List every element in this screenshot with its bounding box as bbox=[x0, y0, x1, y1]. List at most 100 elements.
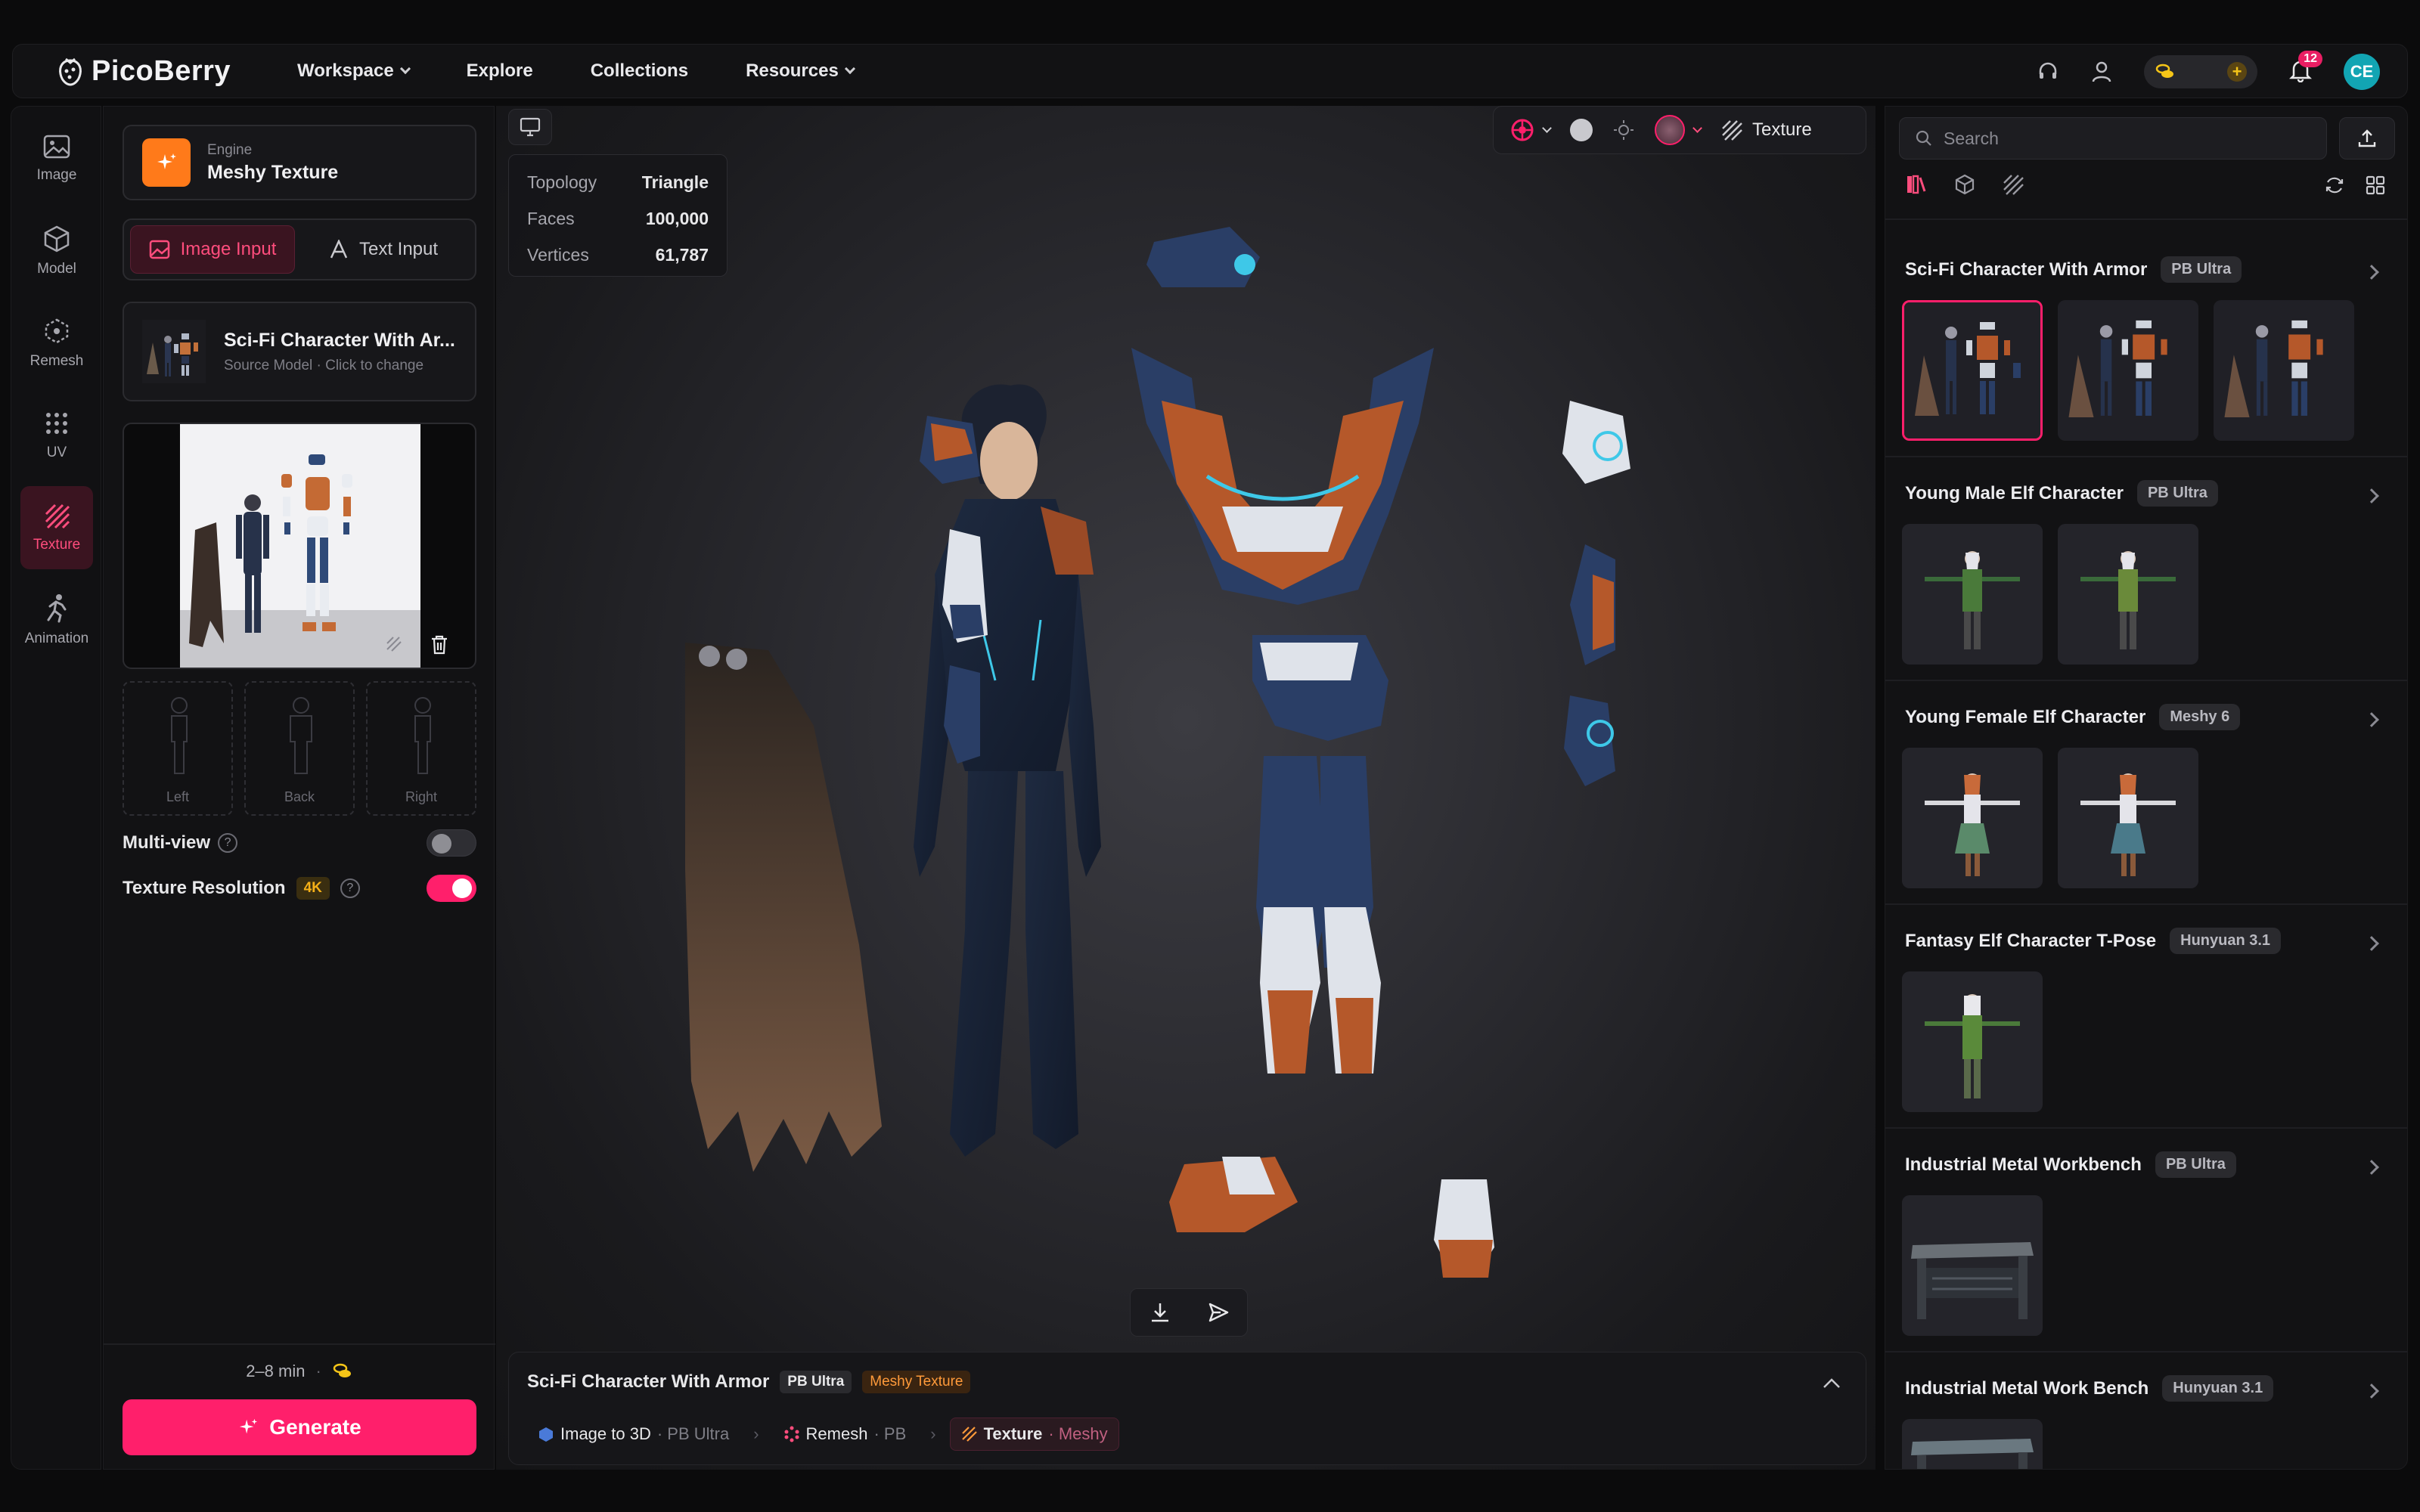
group-title: Industrial Metal Work Bench bbox=[1905, 1377, 2149, 1399]
asset-thumbnail[interactable] bbox=[1902, 748, 2043, 888]
monitor-icon bbox=[520, 117, 541, 137]
solid-shading-icon[interactable] bbox=[1570, 119, 1593, 141]
nav-explore[interactable]: Explore bbox=[467, 60, 533, 82]
time-estimate: 2–8 min bbox=[246, 1362, 306, 1380]
light-icon[interactable] bbox=[1612, 119, 1635, 141]
generate-button[interactable]: Generate bbox=[123, 1399, 476, 1455]
texture-resolution-toggle[interactable] bbox=[427, 875, 476, 902]
headset-icon[interactable] bbox=[2037, 60, 2059, 83]
rail-item-animation[interactable]: Animation bbox=[20, 578, 93, 662]
image-icon bbox=[43, 135, 70, 159]
divider bbox=[1885, 1351, 2407, 1352]
view-slot-left[interactable]: Left bbox=[123, 681, 233, 816]
grid-view-icon[interactable] bbox=[2365, 175, 2386, 196]
asset-thumbnail[interactable] bbox=[1902, 300, 2043, 441]
nav-workspace[interactable]: Workspace bbox=[297, 60, 411, 82]
asset-thumbnail[interactable] bbox=[1902, 1195, 2043, 1336]
upload-button[interactable] bbox=[2339, 117, 2395, 160]
texture-icon[interactable] bbox=[2002, 173, 2024, 196]
user-icon[interactable] bbox=[2091, 60, 2112, 83]
group-header[interactable]: Industrial Metal Work Bench Hunyuan 3.1 bbox=[1905, 1375, 2274, 1402]
trash-icon[interactable] bbox=[430, 634, 449, 655]
chevron-right-icon[interactable] bbox=[2364, 265, 2379, 280]
texture-library-icon[interactable] bbox=[1905, 173, 1928, 196]
chevron-right-icon[interactable] bbox=[2364, 488, 2379, 503]
pipeline-step-image-to-3d[interactable]: Image to 3D · PB Ultra bbox=[527, 1418, 740, 1450]
nav-resources-label: Resources bbox=[746, 60, 839, 81]
divider bbox=[1885, 903, 2407, 905]
tab-image-input[interactable]: Image Input bbox=[130, 225, 295, 274]
group-header[interactable]: Industrial Metal Workbench PB Ultra bbox=[1905, 1151, 2236, 1178]
send-icon[interactable] bbox=[1207, 1301, 1230, 1324]
material-selector[interactable] bbox=[1510, 118, 1552, 142]
help-icon[interactable]: ? bbox=[340, 878, 360, 898]
asset-thumbnail[interactable] bbox=[2058, 524, 2198, 665]
nav-collections[interactable]: Collections bbox=[591, 60, 688, 82]
brand-logo[interactable]: PicoBerry bbox=[57, 55, 231, 88]
group-badge: Hunyuan 3.1 bbox=[2162, 1375, 2274, 1402]
engine-caption: Engine bbox=[207, 141, 253, 158]
coins-icon bbox=[2155, 64, 2173, 78]
multi-view-label: Multi-view bbox=[123, 832, 211, 853]
rail-item-remesh[interactable]: Remesh bbox=[20, 302, 93, 385]
refresh-icon[interactable] bbox=[2324, 175, 2345, 196]
group-header[interactable]: Sci-Fi Character With Armor PB Ultra bbox=[1905, 256, 2242, 283]
nav-resources[interactable]: Resources bbox=[746, 60, 855, 82]
rail-item-texture[interactable]: Texture bbox=[20, 486, 93, 569]
group-badge: Meshy 6 bbox=[2159, 704, 2241, 730]
view-slot-back[interactable]: Back bbox=[244, 681, 355, 816]
multi-view-toggle[interactable] bbox=[427, 829, 476, 857]
rail-label: Remesh bbox=[29, 353, 84, 369]
elf-female-thumbnail bbox=[2058, 748, 2198, 888]
asset-thumbnail[interactable] bbox=[2058, 300, 2198, 441]
asset-thumbnail[interactable] bbox=[1902, 1419, 2043, 1469]
asset-thumbnail[interactable] bbox=[1902, 524, 2043, 665]
chevron-right-icon[interactable] bbox=[2364, 1160, 2379, 1175]
rail-item-uv[interactable]: UV bbox=[20, 394, 93, 477]
tab-text-input[interactable]: Text Input bbox=[301, 225, 466, 274]
grid-dots-icon bbox=[46, 413, 67, 434]
rail-item-image[interactable]: Image bbox=[20, 117, 93, 200]
download-icon[interactable] bbox=[1149, 1301, 1171, 1324]
group-header[interactable]: Fantasy Elf Character T-Pose Hunyuan 3.1 bbox=[1905, 928, 2282, 954]
group-header[interactable]: Young Male Elf Character PB Ultra bbox=[1905, 480, 2218, 507]
add-credits-icon[interactable]: + bbox=[2227, 62, 2247, 82]
chevron-up-icon[interactable] bbox=[1822, 1377, 1841, 1390]
asset-thumbnail[interactable] bbox=[2214, 300, 2354, 441]
group-header[interactable]: Young Female Elf Character Meshy 6 bbox=[1905, 704, 2241, 730]
source-model-card[interactable]: Sci-Fi Character With Ar... Source Model… bbox=[123, 302, 476, 401]
texture-resolution-label: Texture Resolution bbox=[123, 878, 286, 898]
chevron-right-icon[interactable] bbox=[2364, 712, 2379, 727]
display-mode-button[interactable] bbox=[508, 109, 552, 145]
3d-viewport[interactable]: Topology Triangle Faces 100,000 Vertices 61… bbox=[496, 106, 1876, 1470]
divider bbox=[1885, 1127, 2407, 1129]
main-nav: Workspace Explore Collections Resources bbox=[297, 60, 855, 82]
figure-outline-icon bbox=[171, 697, 188, 774]
search-input[interactable]: Search bbox=[1899, 117, 2327, 160]
reference-image bbox=[180, 424, 420, 668]
help-icon[interactable]: ? bbox=[218, 833, 238, 853]
engine-selector[interactable]: Engine Meshy Texture bbox=[123, 125, 476, 200]
multi-view-row: Multi-view ? bbox=[123, 828, 476, 858]
berry-logo-icon bbox=[59, 57, 82, 86]
credits-widget[interactable]: + bbox=[2144, 55, 2257, 88]
avatar[interactable]: CE bbox=[2344, 54, 2380, 90]
pipeline-step-texture[interactable]: Texture · Meshy bbox=[949, 1418, 1119, 1451]
texture-mode-toggle[interactable]: Texture bbox=[1720, 119, 1812, 141]
texture-icon bbox=[386, 637, 402, 652]
pipeline-step-remesh[interactable]: Remesh · PB bbox=[773, 1418, 917, 1450]
view-slot-right[interactable]: Right bbox=[366, 681, 476, 816]
notifications-button[interactable]: 12 bbox=[2288, 50, 2322, 86]
chevron-right-icon[interactable] bbox=[2364, 1383, 2379, 1399]
rail-item-model[interactable]: Model bbox=[20, 209, 93, 293]
asset-thumbnail[interactable] bbox=[1902, 971, 2043, 1112]
chevron-right-icon[interactable] bbox=[2364, 936, 2379, 951]
texture-icon bbox=[961, 1427, 977, 1442]
environment-selector[interactable] bbox=[1655, 115, 1702, 145]
scifi-character-thumbnail bbox=[1904, 302, 2040, 438]
asset-thumbnail[interactable] bbox=[2058, 748, 2198, 888]
top-right-actions: + 12 CE bbox=[2037, 45, 2380, 99]
cube-icon[interactable] bbox=[1953, 173, 1976, 196]
chevron-down-icon bbox=[399, 63, 411, 75]
elf-male-thumbnail bbox=[1902, 524, 2043, 665]
